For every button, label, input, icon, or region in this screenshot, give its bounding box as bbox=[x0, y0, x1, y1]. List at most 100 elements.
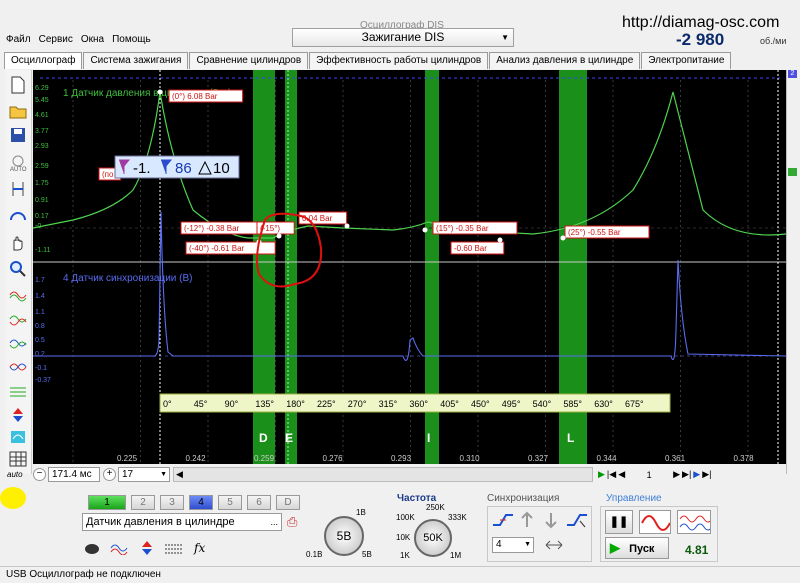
menu-help[interactable]: Помощь bbox=[112, 34, 151, 45]
save-icon[interactable] bbox=[7, 124, 29, 146]
hand-icon[interactable] bbox=[7, 232, 29, 254]
sync-label: Синхронизация bbox=[487, 493, 560, 504]
probe-icon[interactable] bbox=[84, 541, 100, 555]
frequency-knob[interactable]: 50K bbox=[414, 519, 452, 557]
degree-tick: 675° bbox=[625, 399, 644, 409]
degree-tick: 495° bbox=[502, 399, 521, 409]
start-button[interactable]: ▶ Пуск bbox=[605, 537, 669, 559]
sync-channel-select[interactable]: 4 ▼ bbox=[492, 537, 534, 553]
cursor-split-icon[interactable] bbox=[7, 178, 29, 200]
y-tick-ch1: 3.77 bbox=[35, 128, 49, 135]
channel-wave-icon[interactable] bbox=[110, 541, 130, 555]
end-icon[interactable]: ▶| bbox=[702, 469, 711, 480]
horizontal-scrollbar[interactable]: ◀ bbox=[173, 467, 593, 482]
math-icon[interactable] bbox=[7, 426, 29, 448]
page-number[interactable]: 1 bbox=[627, 470, 671, 480]
scope-display[interactable]: 1 Датчик давления в цилиндре (Bar) 4 Дат… bbox=[33, 70, 786, 464]
tab-ignition[interactable]: Система зажигания bbox=[83, 52, 189, 69]
y-tick-ch4: 0.2 bbox=[35, 351, 45, 358]
degree-tick: 630° bbox=[594, 399, 613, 409]
cursor-delta-value: 10 bbox=[213, 160, 230, 177]
degree-tick: 45° bbox=[194, 399, 208, 409]
y-tick-ch4: -0.1 bbox=[35, 365, 47, 372]
sync-shift-icon[interactable] bbox=[544, 537, 564, 553]
new-file-icon[interactable] bbox=[7, 74, 29, 96]
y-tick-ch1: 4.61 bbox=[35, 112, 49, 119]
svg-text:AUTO: AUTO bbox=[10, 167, 27, 172]
multi-wave-icon[interactable] bbox=[677, 510, 711, 534]
function-icon[interactable]: fx bbox=[194, 541, 205, 555]
sync-panel: 4 ▼ bbox=[487, 506, 592, 562]
mode-select[interactable]: Зажигание DIS ▼ bbox=[292, 28, 514, 47]
amplitude-value: 5B bbox=[336, 529, 352, 543]
degree-tick: 135° bbox=[255, 399, 274, 409]
sensor-select[interactable]: Датчик давления в цилиндре ... bbox=[82, 513, 282, 531]
waveform-overlay-icon[interactable] bbox=[7, 356, 29, 378]
zoom-out-icon[interactable]: − bbox=[33, 468, 46, 481]
channel-button-4[interactable]: 4 bbox=[189, 495, 213, 510]
auto-scale-icon[interactable]: AUTO bbox=[7, 152, 29, 174]
channel-button-d[interactable]: D bbox=[276, 495, 300, 510]
waveform-mix-icon[interactable] bbox=[7, 332, 29, 354]
channel-button-1[interactable]: 1 bbox=[88, 495, 126, 510]
marker-2-icon[interactable]: 2 bbox=[788, 70, 797, 78]
start-button-label: Пуск bbox=[629, 543, 655, 555]
x-tick: 0.225 bbox=[117, 454, 138, 463]
menu-file[interactable]: Файл bbox=[6, 34, 31, 45]
y-tick-ch1: -0 bbox=[35, 223, 41, 230]
y-tick-ch4: 1.1 bbox=[35, 309, 45, 316]
zoom-in-icon[interactable]: + bbox=[103, 468, 116, 481]
degree-tick: 585° bbox=[563, 399, 582, 409]
first-page-icon[interactable]: |◀ bbox=[607, 469, 616, 480]
degree-tick: 315° bbox=[379, 399, 398, 409]
scale-vertical-icon[interactable] bbox=[7, 404, 29, 426]
single-wave-icon[interactable] bbox=[639, 510, 671, 534]
menu-service[interactable]: Сервис bbox=[39, 34, 73, 45]
y-tick-ch1: 2.93 bbox=[35, 143, 49, 150]
last-page-icon[interactable]: ▶| bbox=[682, 469, 691, 480]
y-tick-ch4: 0.5 bbox=[35, 337, 45, 344]
channel-button-5[interactable]: 5 bbox=[218, 495, 242, 510]
phase-label: D bbox=[259, 431, 268, 445]
timebase-value[interactable]: 171.4 мс bbox=[48, 467, 100, 482]
zoom-icon[interactable] bbox=[7, 258, 29, 280]
tab-pressure-analysis[interactable]: Анализ давления в цилиндре bbox=[489, 52, 641, 69]
play-icon[interactable]: ▶ bbox=[598, 469, 605, 480]
amplitude-knob[interactable]: 5B bbox=[324, 516, 364, 556]
sync-rising-edge-icon[interactable] bbox=[492, 511, 514, 529]
frequency-mark-100k: 100K bbox=[396, 513, 415, 522]
probe-settings-icon[interactable]: ⎙ bbox=[287, 514, 297, 530]
pause-button[interactable]: ❚❚ bbox=[605, 510, 633, 534]
menu-windows[interactable]: Окна bbox=[81, 34, 104, 45]
control-panel: ❚❚ ▶ Пуск 4.81 bbox=[600, 506, 718, 562]
auto-label-icon[interactable]: auto bbox=[7, 470, 23, 479]
grid-icon[interactable] bbox=[7, 448, 29, 470]
channel-select[interactable]: 17 ▼ bbox=[118, 467, 170, 482]
record-play-icon[interactable]: ▶ bbox=[693, 469, 700, 480]
sync-select-icon[interactable] bbox=[566, 511, 588, 529]
waveform-red-icon[interactable] bbox=[7, 284, 29, 306]
tab-cylinder-compare[interactable]: Сравнение цилиндров bbox=[189, 52, 309, 69]
open-folder-icon[interactable] bbox=[7, 100, 29, 122]
channel-button-2[interactable]: 2 bbox=[131, 495, 155, 510]
tab-cylinder-efficiency[interactable]: Эффективность работы цилиндров bbox=[309, 52, 489, 69]
trigger-marker-icon[interactable] bbox=[788, 168, 797, 176]
frequency-knob-group: 250K 100K 333K 10K 1K 1M 50K bbox=[396, 503, 471, 565]
invert-icon[interactable] bbox=[140, 540, 154, 556]
waveform-green-icon[interactable] bbox=[7, 308, 29, 330]
channel-button-3[interactable]: 3 bbox=[160, 495, 184, 510]
scroll-left-icon[interactable]: ◀ bbox=[176, 469, 183, 480]
waveform-stack-icon[interactable] bbox=[7, 380, 29, 402]
tab-oscilloscope[interactable]: Осциллограф bbox=[4, 52, 83, 69]
measure-arc-icon[interactable] bbox=[7, 204, 29, 226]
tab-bar: Осциллограф Система зажигания Сравнение … bbox=[4, 52, 732, 69]
sync-up-icon[interactable] bbox=[518, 511, 536, 529]
control-label: Управление bbox=[606, 493, 662, 504]
sync-down-icon[interactable] bbox=[542, 511, 560, 529]
tab-power[interactable]: Электропитание bbox=[641, 52, 732, 69]
channel-button-6[interactable]: 6 bbox=[247, 495, 271, 510]
prev-page-icon[interactable]: ◀ bbox=[618, 469, 625, 480]
next-page-icon[interactable]: ▶ bbox=[673, 469, 680, 480]
degree-tick: 180° bbox=[286, 399, 305, 409]
lines-icon[interactable] bbox=[164, 541, 184, 555]
